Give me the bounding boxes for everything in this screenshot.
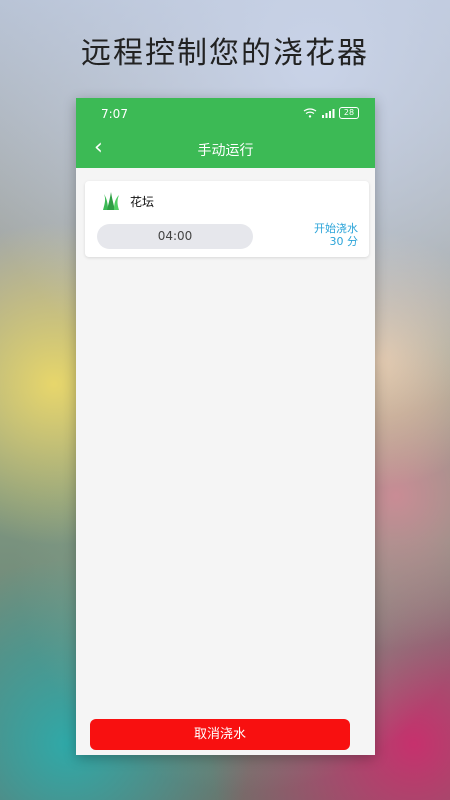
wifi-icon: [303, 108, 317, 118]
page-title: 手动运行: [197, 143, 254, 159]
status-time: 7:07: [101, 107, 128, 121]
start-watering-label: 开始浇水: [314, 222, 358, 235]
battery-icon: 28: [339, 107, 359, 119]
status-icons: 28: [303, 107, 359, 119]
promo-headline: 远程控制您的浇花器: [81, 36, 369, 71]
duration-minutes-label: 30 分: [329, 235, 359, 248]
zone-card: 花坛 04:00 开始浇水 30 分: [85, 181, 369, 257]
app-bar: ‹ 手动运行: [76, 130, 375, 168]
phone-screen: 7:07 28 ‹ 手动运行 花坛 04:00 开始浇水 30 分 取消浇水: [76, 98, 375, 755]
cancel-watering-button[interactable]: 取消浇水: [90, 719, 350, 750]
zone-name: 花坛: [130, 195, 155, 209]
duration-picker[interactable]: 04:00: [97, 224, 253, 249]
grass-icon: [103, 192, 119, 210]
status-bar: 7:07 28: [76, 98, 375, 130]
signal-icon: [322, 109, 335, 118]
start-watering-button[interactable]: 开始浇水 30 分: [314, 222, 358, 248]
